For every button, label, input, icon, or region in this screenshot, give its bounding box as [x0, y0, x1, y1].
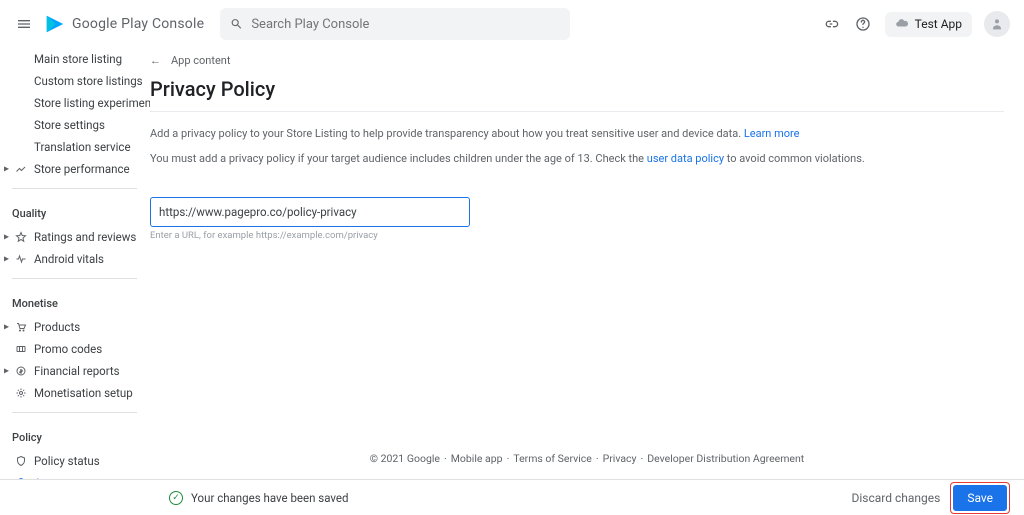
sidebar-item-policy-status[interactable]: Policy status: [12, 450, 150, 472]
footer-mobile-app[interactable]: Mobile app: [451, 452, 503, 465]
user-icon: [989, 16, 1005, 32]
learn-more-link[interactable]: Learn more: [744, 127, 800, 140]
back-link[interactable]: ← App content: [150, 54, 1004, 67]
sidebar-item-app-content[interactable]: App content: [12, 472, 150, 479]
logo-text: Google Play Console: [72, 16, 204, 32]
shield-icon: [14, 454, 28, 468]
saved-message: ✓ Your changes have been saved: [169, 491, 349, 505]
header: Google Play Console Test App: [0, 0, 1024, 48]
back-label: App content: [171, 54, 230, 67]
promo-icon: [14, 342, 28, 356]
sidebar-section-policy: Policy: [12, 421, 150, 450]
discard-button[interactable]: Discard changes: [851, 491, 940, 505]
arrow-left-icon: ←: [150, 54, 161, 67]
sidebar-section-monetise: Monetise: [12, 287, 150, 316]
sidebar-item-translation-service[interactable]: Translation service: [12, 136, 150, 158]
footer-dda[interactable]: Developer Distribution Agreement: [647, 452, 804, 465]
gear-icon: [14, 386, 28, 400]
privacy-url-input[interactable]: [150, 197, 470, 227]
sidebar-item-monetisation-setup[interactable]: Monetisation setup: [12, 382, 150, 404]
page-title: Privacy Policy: [150, 71, 1004, 112]
sidebar-item-main-store-listing[interactable]: Main store listing: [12, 48, 150, 70]
sidebar-item-financial-reports[interactable]: ▸ Financial reports: [12, 360, 150, 382]
cart-icon: [14, 320, 28, 334]
sidebar-item-ratings-reviews[interactable]: ▸ Ratings and reviews: [12, 226, 150, 248]
chevron-right-icon: ▸: [4, 322, 9, 333]
chevron-right-icon: ▸: [4, 366, 9, 377]
dollar-icon: [14, 364, 28, 378]
cloud-icon: [895, 16, 909, 33]
sidebar: Main store listing Custom store listings…: [0, 48, 150, 479]
copyright: © 2021 Google: [370, 452, 440, 465]
chevron-right-icon: ▸: [4, 164, 9, 175]
sidebar-item-store-performance[interactable]: ▸ Store performance: [12, 158, 150, 180]
search-input[interactable]: [251, 17, 560, 32]
save-highlight: Save: [950, 482, 1010, 514]
star-icon: [14, 230, 28, 244]
logo[interactable]: Google Play Console: [44, 13, 204, 35]
search-icon: [230, 17, 243, 31]
sidebar-item-store-settings[interactable]: Store settings: [12, 114, 150, 136]
para-2: You must add a privacy policy if your ta…: [150, 151, 1004, 168]
footer-terms[interactable]: Terms of Service: [513, 452, 592, 465]
main: Main store listing Custom store listings…: [0, 48, 1024, 479]
play-logo-icon: [44, 13, 66, 35]
avatar[interactable]: [984, 11, 1010, 37]
app-name-label: Test App: [915, 17, 962, 31]
bottom-bar: ✓ Your changes have been saved Discard c…: [0, 479, 1024, 515]
check-icon: ✓: [169, 491, 183, 505]
chevron-right-icon: ▸: [4, 254, 9, 265]
trend-icon: [14, 162, 28, 176]
chevron-right-icon: ▸: [4, 232, 9, 243]
search-box[interactable]: [220, 8, 570, 40]
sidebar-item-products[interactable]: ▸ Products: [12, 316, 150, 338]
app-switcher[interactable]: Test App: [885, 12, 972, 37]
user-data-policy-link[interactable]: user data policy: [647, 152, 724, 165]
sidebar-item-custom-store-listings[interactable]: Custom store listings: [12, 70, 150, 92]
save-button[interactable]: Save: [953, 485, 1007, 511]
hamburger-menu-icon[interactable]: [8, 8, 40, 40]
vitals-icon: [14, 252, 28, 266]
footer-privacy[interactable]: Privacy: [603, 452, 637, 465]
help-icon[interactable]: [847, 8, 879, 40]
content: ← App content Privacy Policy Add a priva…: [150, 48, 1024, 479]
sidebar-item-android-vitals[interactable]: ▸ Android vitals: [12, 248, 150, 270]
url-hint: Enter a URL, for example https://example…: [150, 230, 1004, 241]
footer-links: © 2021 Google · Mobile app · Terms of Se…: [150, 438, 1024, 479]
sidebar-item-store-listing-experiments[interactable]: Store listing experiments: [12, 92, 150, 114]
sidebar-item-promo-codes[interactable]: Promo codes: [12, 338, 150, 360]
sidebar-section-quality: Quality: [12, 197, 150, 226]
link-icon[interactable]: [815, 8, 847, 40]
para-1: Add a privacy policy to your Store Listi…: [150, 126, 1004, 143]
